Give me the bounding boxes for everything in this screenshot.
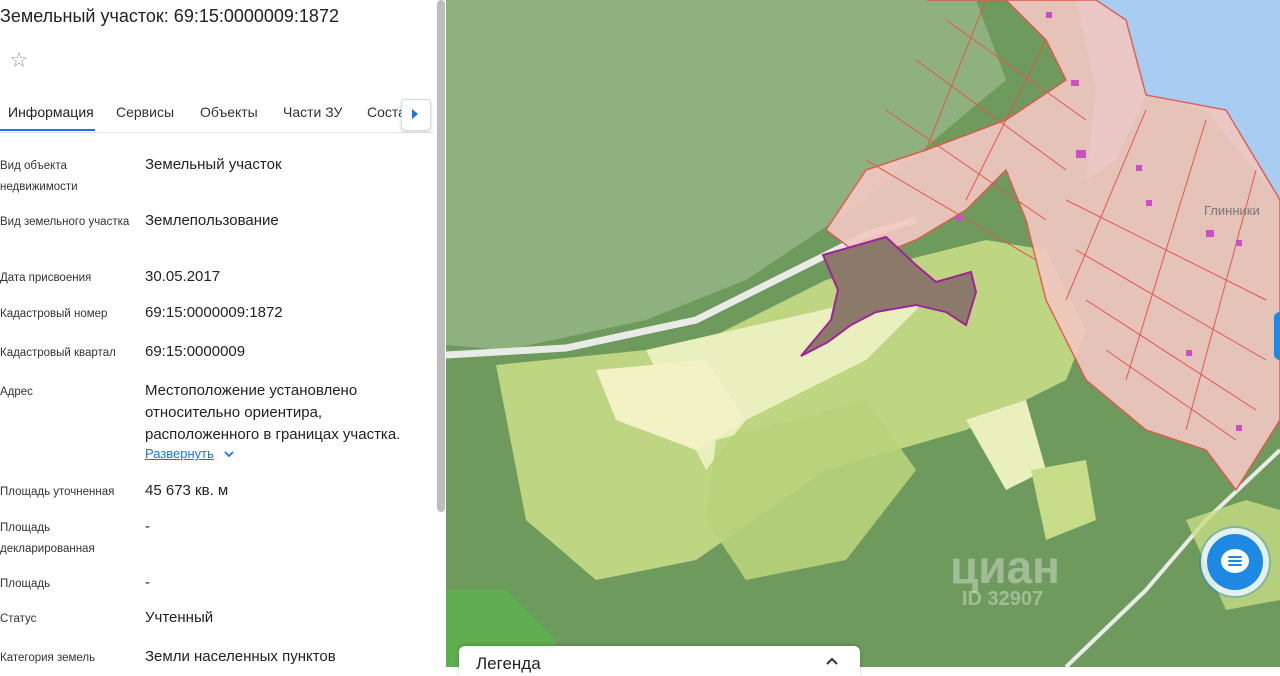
tab-objects[interactable]: Объекты [200, 104, 258, 120]
tab-information[interactable]: Информация [8, 104, 94, 120]
tabs-scroll-button[interactable] [401, 99, 431, 131]
label-cadastral-quarter: Кадастровый квартал [0, 347, 116, 359]
place-label: Глинники [1204, 203, 1260, 218]
tab-services[interactable]: Сервисы [116, 104, 174, 120]
label-parcel-type: Вид земельного участка [0, 216, 130, 228]
active-tab-indicator [0, 129, 95, 131]
tab-bar: Информация Сервисы Объекты Части ЗУ Сост… [0, 92, 434, 133]
value-area-refined: 45 673 кв. м [145, 482, 229, 499]
label-area: Площадь [0, 578, 51, 590]
label-status: Статус [0, 613, 37, 625]
label-assign-date: Дата присвоения [0, 272, 92, 284]
expand-link[interactable]: Развернуть [145, 446, 214, 461]
label-cadastral-number: Кадастровый номер [0, 308, 108, 320]
star-icon[interactable]: ☆ [8, 50, 30, 72]
watermark-id: ID 32907 [962, 588, 1044, 610]
chat-icon [1221, 549, 1249, 573]
tab-parts[interactable]: Части ЗУ [283, 104, 342, 120]
label-land-category: Категория земель [0, 652, 96, 664]
label-object-type: Вид объекта недвижимости [0, 160, 78, 193]
value-assign-date: 30.05.2017 [145, 268, 221, 285]
value-address: Местоположение установлено относительно … [145, 382, 401, 443]
map-side-control[interactable] [1274, 312, 1280, 360]
value-land-category: Земли населенных пунктов [145, 648, 336, 665]
value-parcel-type: Землепользование [145, 212, 279, 229]
info-panel: Земельный участок: 69:15:0000009:1872 ☆ … [0, 0, 446, 667]
value-cadastral-quarter: 69:15:0000009 [145, 343, 246, 360]
page-title: Земельный участок: 69:15:0000009:1872 [0, 6, 339, 26]
label-area-refined: Площадь уточненная [0, 486, 115, 498]
chat-button[interactable] [1207, 534, 1263, 590]
panel-scrollbar[interactable] [437, 0, 445, 512]
chevron-down-icon[interactable] [223, 448, 235, 460]
value-object-type: Земельный участок [145, 156, 282, 173]
value-cadastral-number: 69:15:0000009:1872 [145, 304, 283, 321]
field-parcel-small-2 [1031, 460, 1096, 540]
value-status: Учтенный [145, 609, 214, 626]
chevron-right-icon [412, 109, 418, 119]
label-area-declared: Площадь декларированная [0, 522, 95, 555]
map-view[interactable] [446, 0, 1280, 667]
legend-panel[interactable]: Легенда [459, 646, 860, 676]
legend-label: Легенда [476, 654, 541, 673]
watermark-logo: циан [950, 541, 1060, 593]
map-canvas [446, 0, 1280, 667]
label-address: Адрес [0, 386, 33, 398]
value-area-declared: - [145, 518, 150, 535]
value-area: - [145, 574, 150, 591]
chevron-up-icon[interactable] [825, 656, 839, 666]
